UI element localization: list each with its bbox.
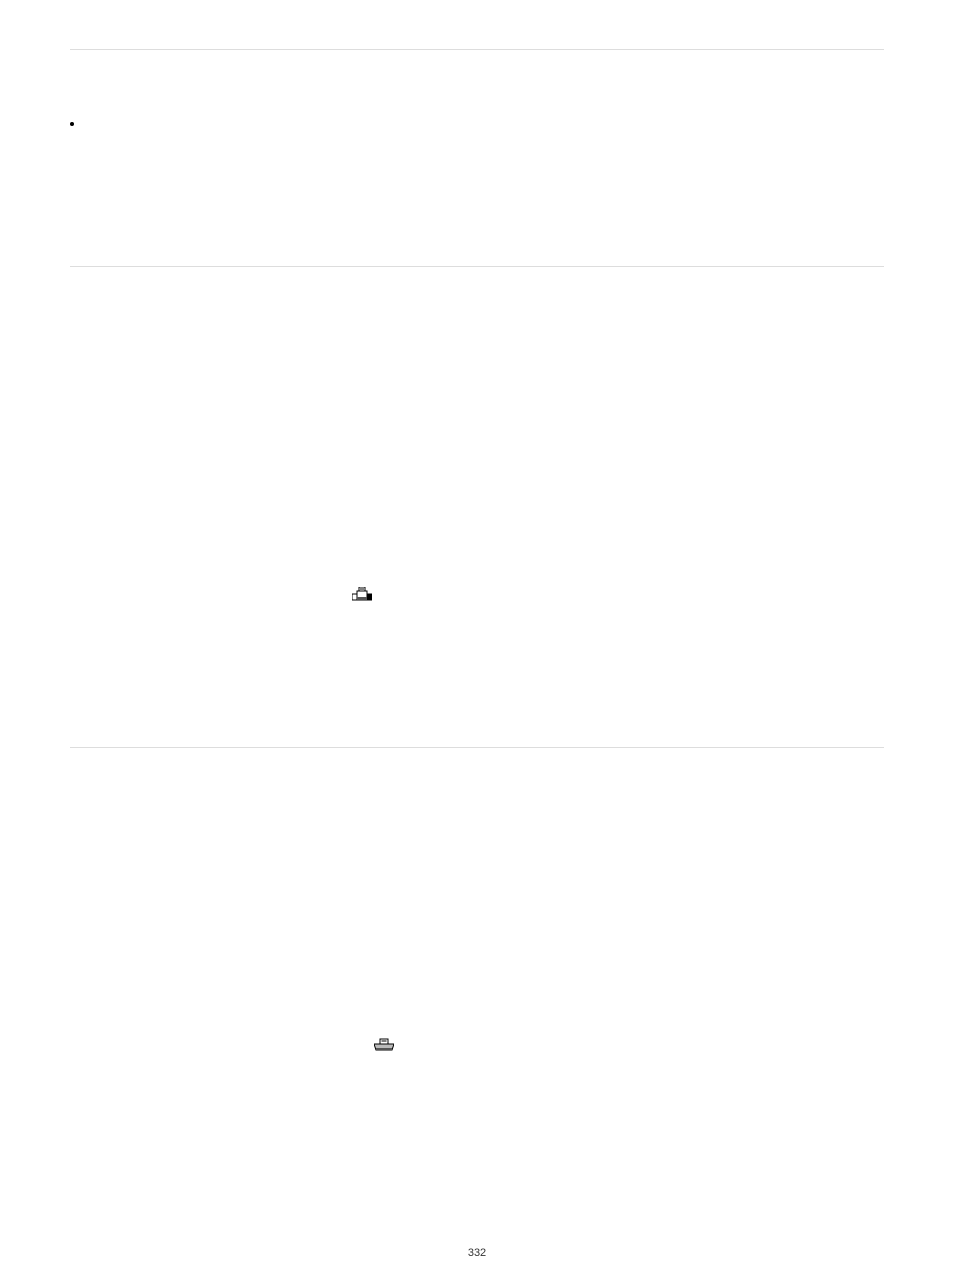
divider-mid-2 — [70, 747, 884, 748]
spacer — [70, 50, 884, 120]
divider-mid-1 — [70, 266, 884, 267]
page-number: 332 — [468, 1247, 486, 1259]
icon-row-2 — [70, 1038, 884, 1058]
fax-device-icon — [352, 587, 372, 601]
document-page: 332 — [0, 49, 954, 1284]
mail-tray-icon — [374, 1038, 394, 1052]
bullet-dot-icon — [70, 122, 74, 126]
spacer — [70, 607, 884, 747]
spacer — [70, 126, 884, 266]
icon-row-1 — [70, 587, 884, 607]
spacer — [70, 1058, 884, 1178]
